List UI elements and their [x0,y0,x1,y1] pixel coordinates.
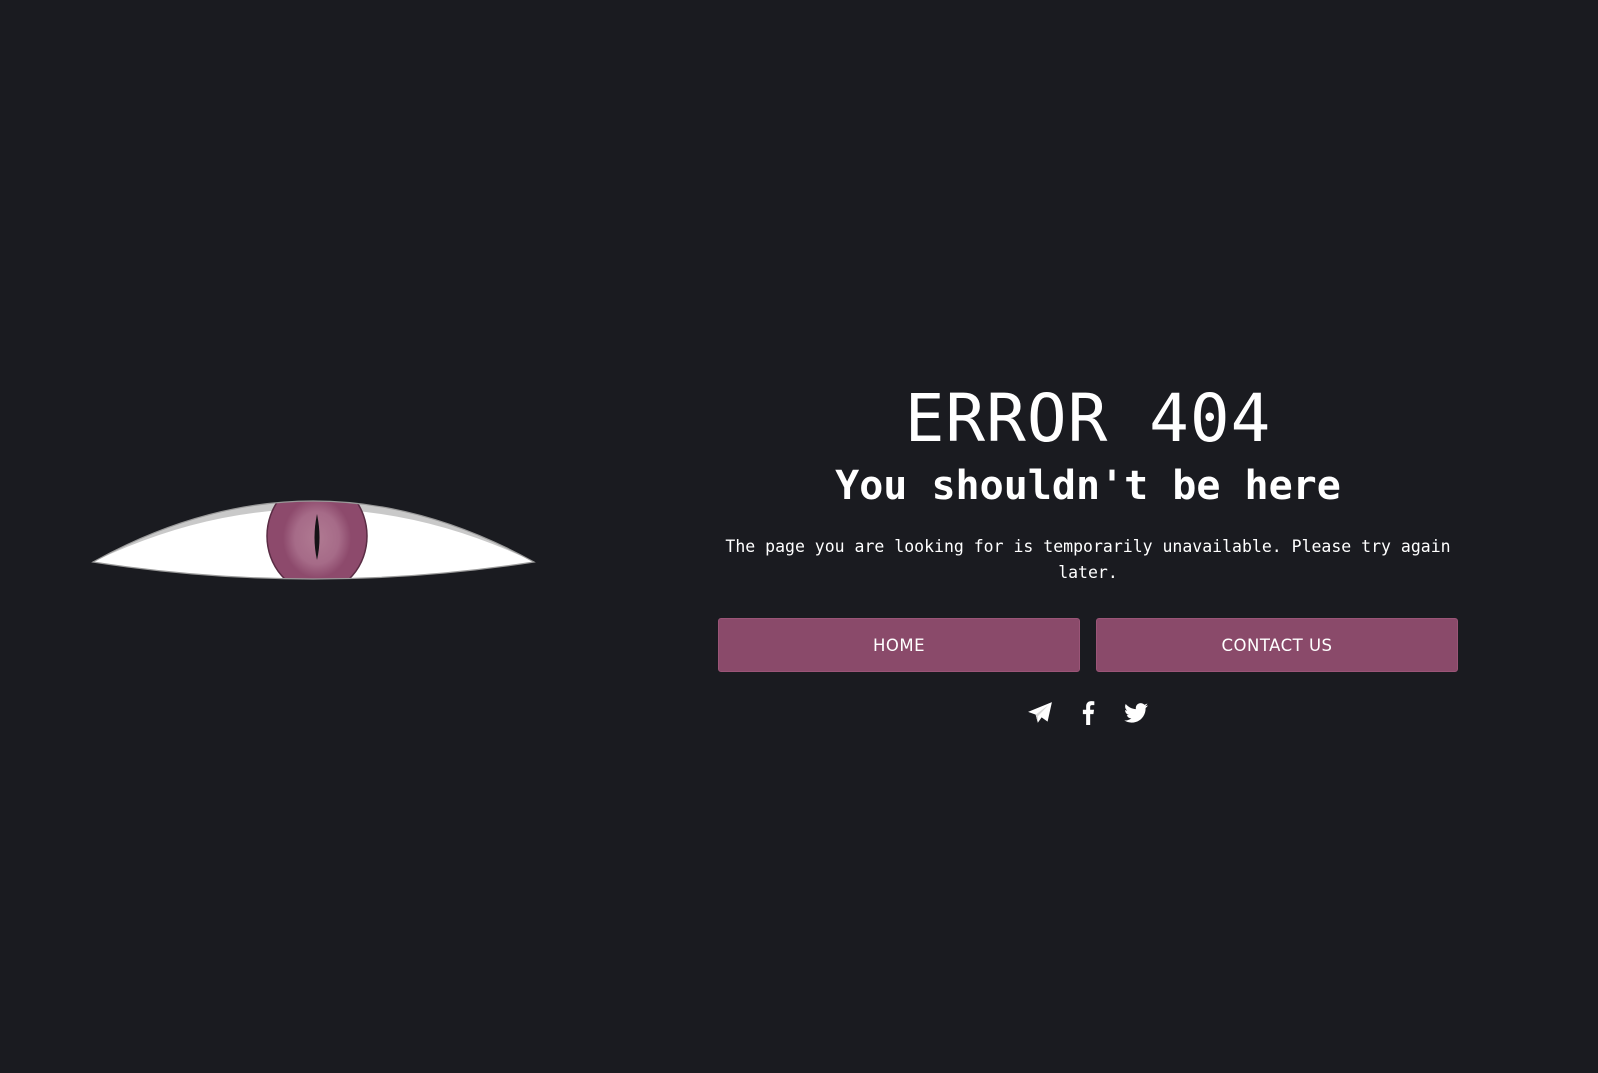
telegram-icon[interactable] [1027,700,1053,726]
error-page: ERROR 404 You shouldn't be here The page… [0,0,1598,1073]
error-message: The page you are looking for is temporar… [725,537,1451,582]
error-content: ERROR 404 You shouldn't be here The page… [718,380,1458,726]
eye-illustration [91,500,536,580]
contact-us-button[interactable]: CONTACT US [1096,618,1458,672]
home-button[interactable]: HOME [718,618,1080,672]
facebook-icon[interactable] [1075,700,1101,726]
social-links [718,700,1458,726]
action-buttons: HOME CONTACT US [718,618,1458,672]
page-subtitle: You shouldn't be here [835,463,1341,509]
page-title: ERROR 404 [904,380,1272,457]
twitter-icon[interactable] [1123,700,1149,726]
